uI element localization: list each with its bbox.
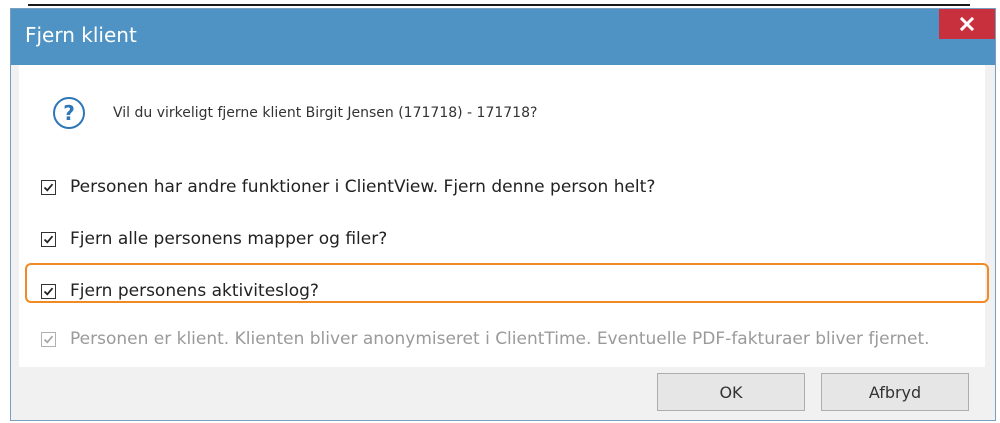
ok-button[interactable]: OK [657, 373, 805, 411]
highlight-frame [25, 263, 989, 303]
question-text: Vil du virkeligt fjerne klient Birgit Je… [113, 105, 538, 121]
option-label: Personen har andre funktioner i ClientVi… [70, 177, 656, 197]
dialog-title: Fjern klient [25, 23, 137, 47]
question-circle-icon: ? [53, 97, 85, 129]
checkmark-icon [43, 183, 54, 192]
dialog-titlebar: Fjern klient [11, 9, 995, 65]
close-button[interactable] [939, 9, 995, 39]
remove-client-dialog: Fjern klient ? Vil du virkeligt fjerne k… [10, 8, 996, 421]
top-edge [0, 0, 1000, 8]
option-label: Fjern alle personens mapper og filer? [70, 229, 388, 249]
checkbox-remove-folders[interactable] [41, 231, 56, 247]
checkmark-icon [43, 235, 54, 244]
option-label: Personen er klient. Klienten bliver anon… [70, 329, 930, 349]
checkmark-icon [43, 335, 54, 344]
close-icon [959, 16, 975, 32]
top-edge-line [28, 4, 970, 6]
checkbox-anonymize-client [41, 331, 56, 347]
question-row: ? Vil du virkeligt fjerne klient Birgit … [53, 97, 537, 129]
option-remove-person[interactable]: Personen har andre funktioner i ClientVi… [41, 177, 655, 197]
dialog-content: ? Vil du virkeligt fjerne klient Birgit … [19, 65, 985, 367]
option-anonymize-client: Personen er klient. Klienten bliver anon… [41, 329, 930, 349]
checkbox-remove-person[interactable] [41, 179, 56, 195]
cancel-button[interactable]: Afbryd [821, 373, 969, 411]
option-remove-folders[interactable]: Fjern alle personens mapper og filer? [41, 229, 387, 249]
